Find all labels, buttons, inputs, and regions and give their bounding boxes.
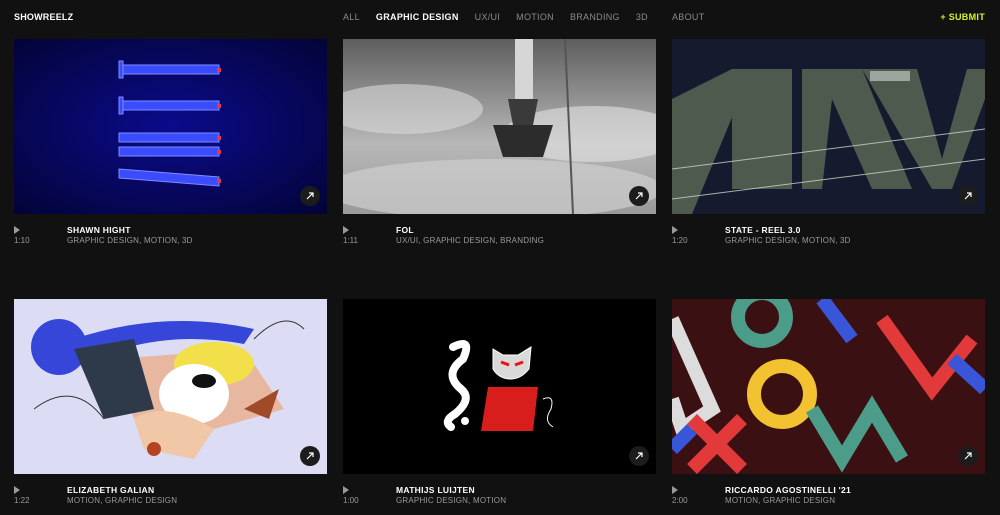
open-reel-button[interactable] bbox=[629, 186, 649, 206]
open-reel-button[interactable] bbox=[300, 446, 320, 466]
about-link[interactable]: ABOUT bbox=[672, 12, 705, 22]
reel-thumbnail[interactable] bbox=[14, 39, 327, 214]
play-icon[interactable] bbox=[672, 486, 678, 494]
reel-thumbnail[interactable] bbox=[672, 39, 985, 214]
reel-thumbnail[interactable] bbox=[672, 299, 985, 474]
thumbnail-artwork bbox=[14, 299, 327, 474]
play-icon[interactable] bbox=[343, 486, 349, 494]
reel-tags: GRAPHIC DESIGN, MOTION, 3D bbox=[67, 236, 193, 245]
play-icon[interactable] bbox=[672, 226, 678, 234]
reel-card[interactable]: 1:20 STATE - REEL 3.0 GRAPHIC DESIGN, MO… bbox=[672, 39, 985, 255]
reel-title[interactable]: STATE - REEL 3.0 bbox=[725, 225, 801, 235]
arrow-up-right-icon bbox=[964, 452, 972, 460]
thumbnail-artwork bbox=[343, 299, 656, 474]
reel-thumbnail[interactable] bbox=[343, 39, 656, 214]
reel-card[interactable]: 1:22 ELIZABETH GALIAN MOTION, GRAPHIC DE… bbox=[14, 299, 327, 515]
reel-card[interactable]: 2:00 RICCARDO AGOSTINELLI '21 MOTION, GR… bbox=[672, 299, 985, 515]
category-nav: ALL GRAPHIC DESIGN UX/UI MOTION BRANDING… bbox=[343, 12, 664, 22]
reel-meta: 2:00 RICCARDO AGOSTINELLI '21 MOTION, GR… bbox=[672, 485, 985, 515]
nav-item-ux-ui[interactable]: UX/UI bbox=[475, 12, 501, 22]
reel-meta: 1:20 STATE - REEL 3.0 GRAPHIC DESIGN, MO… bbox=[672, 225, 985, 255]
reel-tags: UX/UI, GRAPHIC DESIGN, BRANDING bbox=[396, 236, 544, 245]
reel-tags: GRAPHIC DESIGN, MOTION, 3D bbox=[725, 236, 851, 245]
reel-card[interactable]: 1:11 FOL UX/UI, GRAPHIC DESIGN, BRANDING bbox=[343, 39, 656, 255]
arrow-up-right-icon bbox=[635, 452, 643, 460]
arrow-up-right-icon bbox=[964, 192, 972, 200]
open-reel-button[interactable] bbox=[300, 186, 320, 206]
nav-item-graphic-design[interactable]: GRAPHIC DESIGN bbox=[376, 12, 459, 22]
reel-meta: 1:22 ELIZABETH GALIAN MOTION, GRAPHIC DE… bbox=[14, 485, 327, 515]
thumbnail-artwork bbox=[343, 39, 656, 214]
thumbnail-artwork bbox=[672, 299, 985, 474]
arrow-up-right-icon bbox=[306, 452, 314, 460]
reel-duration: 1:10 bbox=[14, 236, 30, 245]
reel-title[interactable]: ELIZABETH GALIAN bbox=[67, 485, 154, 495]
site-logo[interactable]: SHOWREELZ bbox=[14, 12, 73, 22]
reel-title[interactable]: RICCARDO AGOSTINELLI '21 bbox=[725, 485, 851, 495]
thumbnail-artwork bbox=[14, 39, 327, 214]
nav-item-motion[interactable]: MOTION bbox=[516, 12, 554, 22]
submit-link[interactable]: + SUBMIT bbox=[940, 12, 985, 22]
reel-title[interactable]: MATHIJS LUIJTEN bbox=[396, 485, 475, 495]
arrow-up-right-icon bbox=[306, 192, 314, 200]
reel-card[interactable]: 1:00 MATHIJS LUIJTEN GRAPHIC DESIGN, MOT… bbox=[343, 299, 656, 515]
reel-card[interactable]: 1:10 SHAWN HIGHT GRAPHIC DESIGN, MOTION,… bbox=[14, 39, 327, 255]
play-icon[interactable] bbox=[14, 226, 20, 234]
thumbnail-artwork bbox=[672, 39, 985, 214]
arrow-up-right-icon bbox=[635, 192, 643, 200]
nav-item-3d[interactable]: 3D bbox=[636, 12, 648, 22]
reel-meta: 1:10 SHAWN HIGHT GRAPHIC DESIGN, MOTION,… bbox=[14, 225, 327, 255]
reel-duration: 1:20 bbox=[672, 236, 688, 245]
reel-title[interactable]: SHAWN HIGHT bbox=[67, 225, 131, 235]
reel-meta: 1:11 FOL UX/UI, GRAPHIC DESIGN, BRANDING bbox=[343, 225, 656, 255]
top-bar: SHOWREELZ ALL GRAPHIC DESIGN UX/UI MOTIO… bbox=[0, 0, 1000, 36]
reel-duration: 1:11 bbox=[343, 236, 358, 245]
nav-item-all[interactable]: ALL bbox=[343, 12, 360, 22]
open-reel-button[interactable] bbox=[958, 186, 978, 206]
play-icon[interactable] bbox=[343, 226, 349, 234]
open-reel-button[interactable] bbox=[629, 446, 649, 466]
open-reel-button[interactable] bbox=[958, 446, 978, 466]
reel-title[interactable]: FOL bbox=[396, 225, 414, 235]
reel-thumbnail[interactable] bbox=[14, 299, 327, 474]
reel-meta: 1:00 MATHIJS LUIJTEN GRAPHIC DESIGN, MOT… bbox=[343, 485, 656, 515]
reel-thumbnail[interactable] bbox=[343, 299, 656, 474]
nav-item-branding[interactable]: BRANDING bbox=[570, 12, 620, 22]
play-icon[interactable] bbox=[14, 486, 20, 494]
